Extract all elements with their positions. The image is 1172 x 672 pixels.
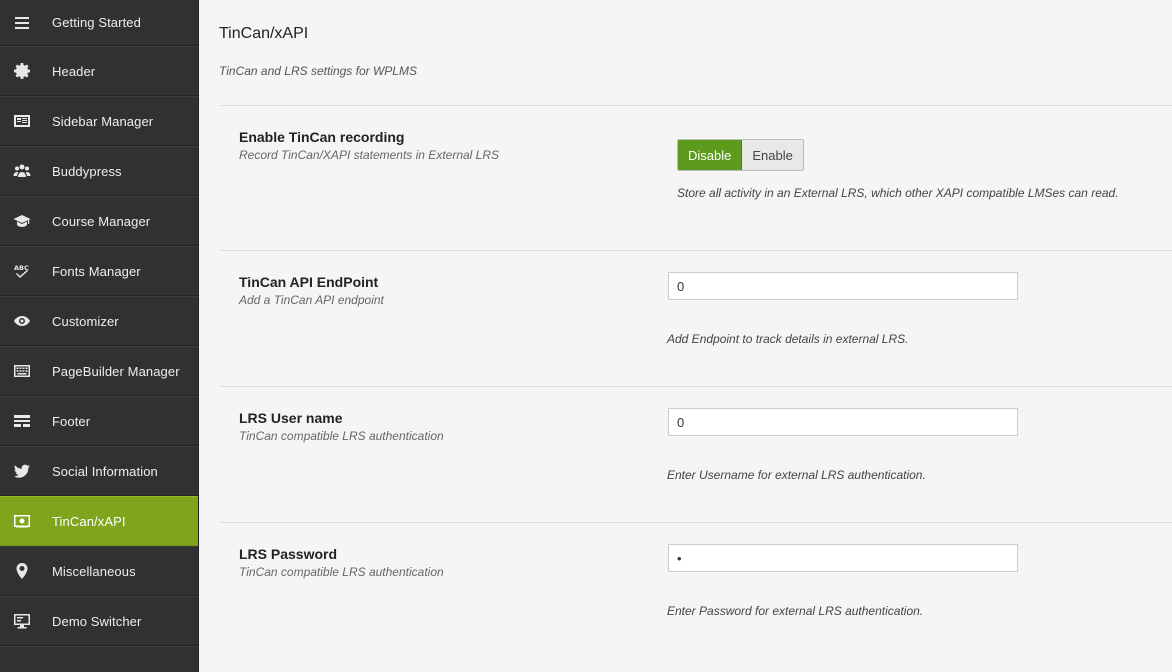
lrs-password-hint: Enter Password for external LRS authenti…	[667, 604, 924, 618]
section-divider	[219, 522, 1172, 523]
abc-check-icon: ABC	[12, 261, 32, 281]
sidebar-item-label: Footer	[52, 413, 91, 429]
page-description: TinCan and LRS settings for WPLMS	[219, 64, 417, 78]
enable-tincan-hint: Store all activity in an External LRS, w…	[677, 186, 1119, 200]
sidebar-item-label: Getting Started	[52, 15, 141, 30]
sidebar-item-pagebuilder-manager[interactable]: PageBuilder Manager	[0, 346, 198, 396]
section-divider	[219, 105, 1172, 106]
section-divider	[219, 386, 1172, 387]
eye-icon	[12, 311, 32, 331]
sidebar-item-miscellaneous[interactable]: Miscellaneous	[0, 546, 198, 596]
sidebar-item-label: Course Manager	[52, 213, 151, 229]
sidebar-item-getting-started[interactable]: Getting Started	[0, 0, 198, 46]
sidebar-item-label: Sidebar Manager	[52, 113, 154, 129]
sidebar-footer-strip	[0, 646, 198, 670]
sidebar-layout-icon	[12, 111, 32, 131]
lrs-password-title: LRS Password	[239, 546, 338, 562]
section-divider	[219, 250, 1172, 251]
lrs-username-title: LRS User name	[239, 410, 343, 426]
tincan-screen-icon	[12, 511, 32, 531]
endpoint-title: TinCan API EndPoint	[239, 274, 379, 290]
sidebar-item-header[interactable]: Header	[0, 46, 198, 96]
users-group-icon	[12, 161, 32, 181]
graduation-cap-icon	[12, 211, 32, 231]
disable-button[interactable]: Disable	[678, 140, 743, 170]
sidebar-item-label: TinCan/xAPI	[52, 513, 126, 529]
enable-button[interactable]: Enable	[742, 140, 803, 170]
endpoint-subtitle: Add a TinCan API endpoint	[239, 293, 384, 307]
lrs-username-hint: Enter Username for external LRS authenti…	[667, 468, 926, 482]
sidebar-item-demo-switcher[interactable]: Demo Switcher	[0, 596, 198, 646]
lrs-username-subtitle: TinCan compatible LRS authentication	[239, 429, 444, 443]
sidebar-item-label: Header	[52, 63, 96, 79]
endpoint-hint: Add Endpoint to track details in externa…	[667, 332, 909, 346]
settings-panel: TinCan/xAPI TinCan and LRS settings for …	[200, 0, 1172, 672]
enable-tincan-subtitle: Record TinCan/XAPI statements in Externa…	[239, 148, 500, 162]
enable-tincan-toggle: Disable Enable	[677, 139, 804, 171]
lrs-password-input[interactable]	[668, 544, 1018, 572]
endpoint-input[interactable]	[668, 272, 1018, 300]
lrs-username-input[interactable]	[668, 408, 1018, 436]
gear-icon	[12, 61, 32, 81]
page-title: TinCan/xAPI	[219, 25, 309, 42]
options-sidebar: Getting Started Header Sidebar Manager B…	[0, 0, 199, 672]
sidebar-item-label: Miscellaneous	[52, 563, 136, 579]
sidebar-item-course-manager[interactable]: Course Manager	[0, 196, 198, 246]
enable-tincan-title: Enable TinCan recording	[239, 129, 405, 145]
footer-layout-icon	[12, 411, 32, 431]
sidebar-item-tincan-xapi[interactable]: TinCan/xAPI	[0, 496, 198, 546]
keyboard-icon	[12, 361, 32, 381]
sidebar-item-label: Buddypress	[52, 163, 122, 179]
map-pin-icon	[12, 561, 32, 581]
sidebar-item-label: Demo Switcher	[52, 613, 142, 629]
lrs-password-subtitle: TinCan compatible LRS authentication	[239, 565, 444, 579]
sidebar-item-label: PageBuilder Manager	[52, 363, 180, 379]
sidebar-item-customizer[interactable]: Customizer	[0, 296, 198, 346]
sidebar-item-fonts-manager[interactable]: ABC Fonts Manager	[0, 246, 198, 296]
sidebar-item-label: Fonts Manager	[52, 263, 141, 279]
sidebar-item-social-information[interactable]: Social Information	[0, 446, 198, 496]
menu-icon	[12, 13, 32, 33]
sidebar-item-sidebar-manager[interactable]: Sidebar Manager	[0, 96, 198, 146]
sidebar-item-label: Customizer	[52, 313, 119, 329]
twitter-bird-icon	[12, 461, 32, 481]
monitor-icon	[12, 611, 32, 631]
sidebar-item-label: Social Information	[52, 463, 158, 479]
sidebar-item-footer[interactable]: Footer	[0, 396, 198, 446]
sidebar-item-buddypress[interactable]: Buddypress	[0, 146, 198, 196]
